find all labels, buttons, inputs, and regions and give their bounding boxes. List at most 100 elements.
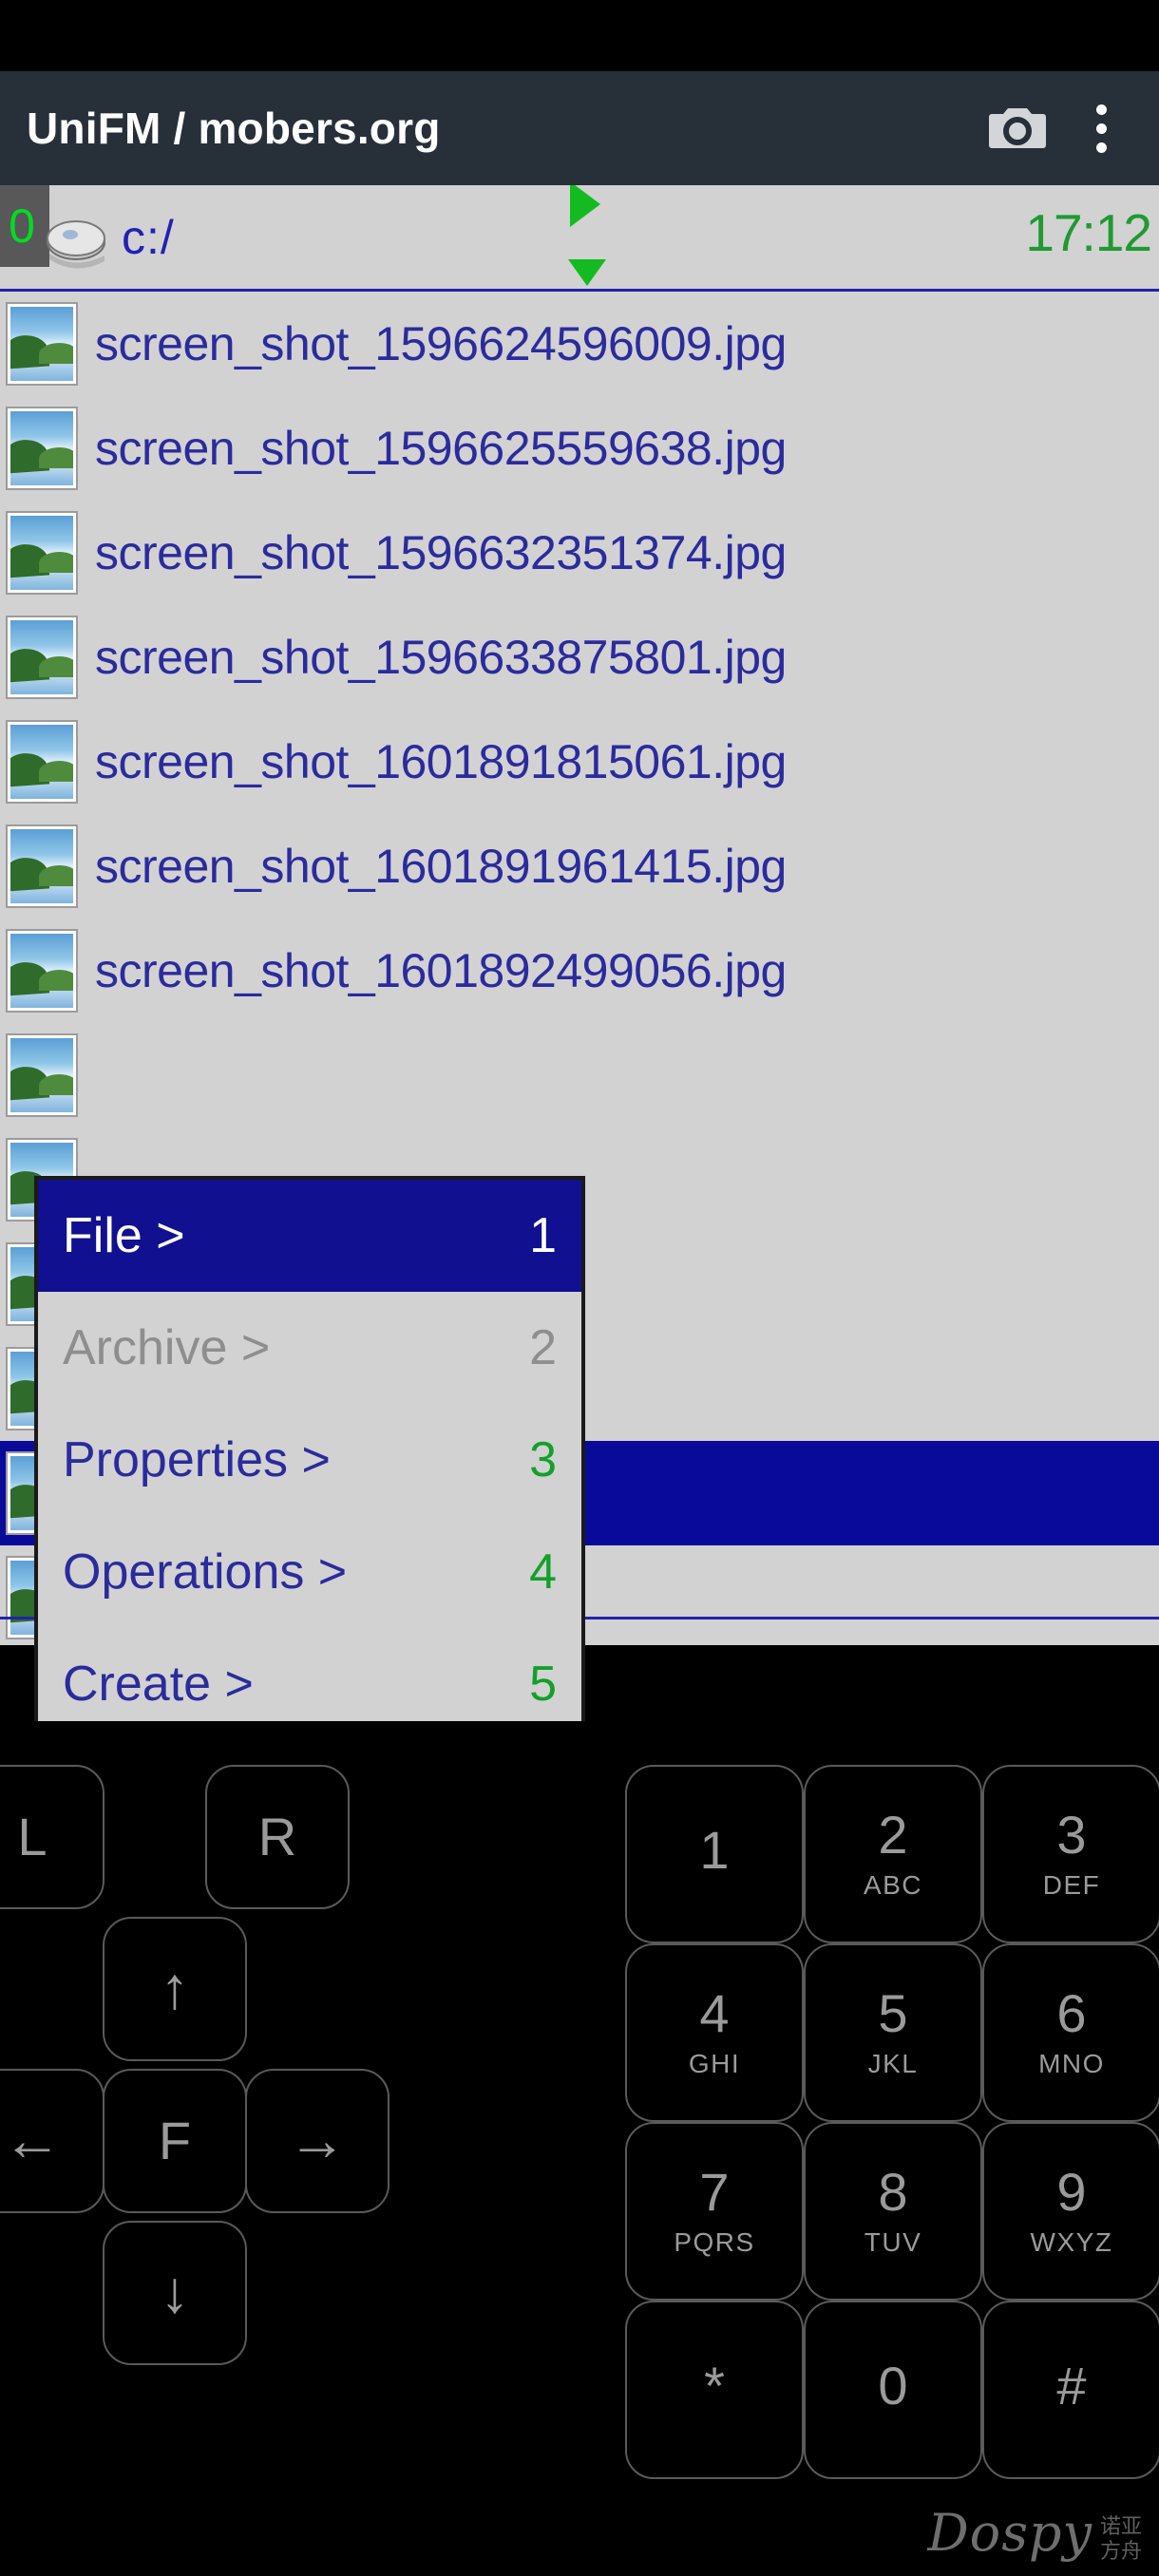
app-title: UniFM / mobers.org [27,104,441,153]
key-9[interactable]: 9 WXYZ [982,2122,1159,2301]
menu-item-shortcut: 5 [529,1657,557,1712]
camera-icon[interactable] [988,99,1047,158]
r-shoulder-key[interactable]: R [205,1765,350,1909]
watermark-cn-line2: 方舟 [1099,2538,1142,2563]
key-label: * [704,2355,725,2415]
dot [1095,123,1107,134]
key-label: 1 [699,1819,730,1880]
file-name: screen_shot_1596633875801.jpg [95,631,787,684]
menu-item-shortcut: 4 [529,1544,557,1600]
key-label: 2 [878,1804,908,1865]
file-name: screen_shot_1596624596009.jpg [95,317,787,370]
arrow-up-icon: ↑ [160,1956,190,2021]
file-name: screen_shot_1596632351374.jpg [95,526,787,579]
image-thumbnail-icon [6,302,78,386]
key-label: L [17,1806,48,1866]
image-thumbnail-icon [6,511,78,595]
arrow-down-icon: ↓ [160,2260,190,2325]
watermark-cn-line1: 诺亚 [1099,2514,1142,2539]
key-label: # [1056,2355,1087,2415]
list-item[interactable]: screen_shot_1601891961415.jpg [0,814,1159,919]
key-7[interactable]: 7 PQRS [625,2122,804,2301]
key-sublabel: GHI [688,2049,741,2079]
arrow-left-key[interactable]: ← [0,2069,104,2213]
image-thumbnail-icon [6,720,78,804]
key-4[interactable]: 4 GHI [625,1943,804,2122]
key-sublabel: ABC [863,1870,923,1901]
file-name: screen_shot_1601892499056.jpg [95,944,787,997]
key-sublabel: WXYZ [1030,2227,1113,2258]
image-thumbnail-icon [6,407,78,490]
list-item[interactable]: screen_shot_1601892499056.jpg [0,919,1159,1023]
list-item[interactable]: screen_shot_1601891815061.jpg [0,710,1159,814]
status-badge-value: 0 [9,199,35,253]
green-arrow-marker-down-icon [568,259,606,286]
key-0[interactable]: 0 [804,2301,982,2479]
menu-item-properties[interactable]: Properties > 3 [38,1404,581,1516]
key-label: F [158,2110,192,2170]
key-label: 4 [699,1982,730,2043]
menu-item-shortcut: 2 [529,1320,557,1375]
f-key[interactable]: F [103,2069,247,2213]
list-item[interactable]: screen_shot_1596625559638.jpg [0,396,1159,501]
key-5[interactable]: 5 JKL [804,1943,982,2122]
key-label: 0 [878,2355,908,2415]
key-label: 8 [878,2161,908,2222]
menu-item-file[interactable]: File > 1 [38,1180,581,1292]
file-name: screen_shot_1596625559638.jpg [95,422,787,475]
list-item[interactable]: screen_shot_1596632351374.jpg [0,501,1159,605]
key-label: 7 [699,2161,730,2222]
key-sublabel: PQRS [674,2227,755,2258]
key-1[interactable]: 1 [625,1765,804,1943]
app-bar: UniFM / mobers.org [0,71,1159,185]
key-label: R [257,1806,297,1866]
menu-item-label: Create > [63,1657,254,1712]
key-2[interactable]: 2 ABC [804,1765,982,1943]
key-star[interactable]: * [625,2301,804,2479]
menu-item-create[interactable]: Create > 5 [38,1628,581,1721]
list-item[interactable] [0,1023,1159,1127]
file-name: screen_shot_1601891961415.jpg [95,840,787,893]
current-path[interactable]: c:/ [122,210,175,265]
arrow-down-key[interactable]: ↓ [103,2221,247,2365]
key-sublabel: DEF [1042,1870,1101,1901]
key-label: 3 [1056,1804,1087,1865]
key-hash[interactable]: # [982,2301,1159,2479]
key-label: 5 [878,1982,908,2043]
green-arrow-marker-icon [570,185,600,227]
image-thumbnail-icon [6,929,78,1013]
menu-item-label: File > [63,1208,185,1263]
key-sublabel: MNO [1038,2049,1105,2079]
three-dots-menu-icon[interactable] [1079,99,1123,158]
key-sublabel: JKL [867,2049,919,2079]
list-item[interactable]: screen_shot_1596633875801.jpg [0,605,1159,710]
arrow-left-icon: ← [3,2108,62,2173]
watermark-cn: 诺亚 方舟 [1100,2514,1142,2563]
image-thumbnail-icon [6,824,78,908]
file-name: screen_shot_1601891815061.jpg [95,735,787,788]
menu-item-shortcut: 3 [529,1432,557,1487]
arrow-right-key[interactable]: → [245,2069,390,2213]
context-menu[interactable]: File > 1 Archive > 2 Properties > 3 Oper… [34,1176,585,1721]
key-label: 9 [1056,2161,1087,2222]
key-8[interactable]: 8 TUV [804,2122,982,2301]
l-shoulder-key[interactable]: L [0,1765,104,1909]
computer-disk-icon [36,210,112,278]
dot [1095,142,1107,153]
list-item[interactable]: screen_shot_1596624596009.jpg [0,292,1159,396]
menu-item-archive: Archive > 2 [38,1292,581,1404]
key-6[interactable]: 6 MNO [982,1943,1159,2122]
image-thumbnail-icon [6,1033,78,1117]
key-3[interactable]: 3 DEF [982,1765,1159,1943]
menu-item-operations[interactable]: Operations > 4 [38,1516,581,1628]
arrow-right-icon: → [288,2108,347,2173]
arrow-up-key[interactable]: ↑ [103,1917,247,2061]
hardware-keyboard: L R ↑ ← F → ↓ 1 2 ABC 3 DEF 4 GHI 5 JKL … [0,1645,1159,2576]
watermark: Dospy 诺亚 方舟 [927,2503,1142,2563]
menu-item-label: Properties > [63,1432,331,1487]
clock: 17:12 [1025,203,1152,262]
dot [1095,104,1107,115]
key-sublabel: TUV [864,2227,922,2258]
menu-item-label: Archive > [63,1320,271,1375]
key-label: 6 [1056,1982,1087,2043]
